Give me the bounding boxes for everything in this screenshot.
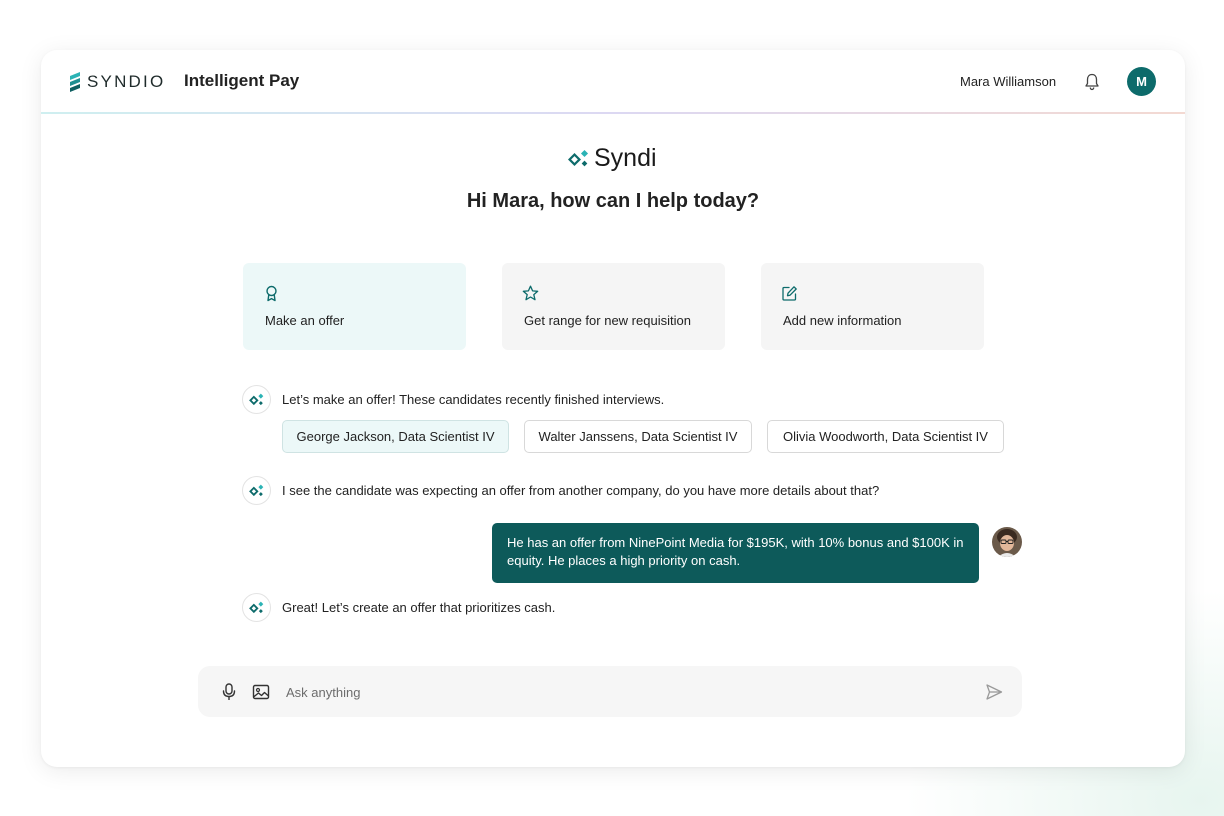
syndi-sparkle-icon — [568, 149, 589, 166]
assistant-avatar — [242, 476, 271, 505]
product-title: Intelligent Pay — [184, 71, 300, 90]
assistant-avatar — [242, 593, 271, 622]
quick-action-label: Add new information — [783, 313, 902, 328]
chat-composer — [198, 666, 1022, 717]
edit-icon — [782, 286, 797, 301]
assistant-message: Let’s make an offer! These candidates re… — [242, 385, 664, 414]
assistant-name: Syndi — [594, 144, 657, 172]
greeting-heading: Hi Mara, how can I help today? — [466, 190, 760, 212]
top-bar: SYNDIO Intelligent Pay Mara Williamson M — [41, 50, 1185, 114]
send-icon[interactable] — [984, 682, 1004, 702]
assistant-avatar — [242, 385, 271, 414]
star-icon — [522, 285, 539, 301]
candidate-chip[interactable]: Walter Janssens, Data Scientist IV — [524, 420, 752, 453]
candidate-chip[interactable]: Olivia Woodworth, Data Scientist IV — [767, 420, 1004, 453]
syndi-sparkle-icon — [248, 601, 263, 613]
syndi-sparkle-icon — [248, 484, 263, 496]
quick-action-label: Get range for new requisition — [524, 313, 691, 328]
assistant-message-text: Great! Let’s create an offer that priori… — [282, 600, 556, 615]
user-avatar[interactable]: M — [1127, 67, 1156, 96]
brand-name: SYNDIO — [87, 72, 166, 91]
app-window: SYNDIO Intelligent Pay Mara Williamson M… — [41, 50, 1185, 767]
quick-action-make-offer[interactable]: Make an offer — [243, 263, 466, 350]
syndio-logo-icon — [70, 72, 80, 92]
quick-action-get-range[interactable]: Get range for new requisition — [502, 263, 725, 350]
syndi-logo: Syndi — [568, 144, 657, 173]
quick-action-add-info[interactable]: Add new information — [761, 263, 984, 350]
candidate-chip[interactable]: George Jackson, Data Scientist IV — [282, 420, 509, 453]
notifications-bell-icon[interactable] — [1083, 72, 1101, 92]
award-icon — [266, 285, 277, 302]
assistant-message-text: I see the candidate was expecting an off… — [282, 483, 880, 498]
user-photo-image — [992, 527, 1022, 557]
user-name[interactable]: Mara Williamson — [960, 74, 1056, 89]
quick-action-label: Make an offer — [265, 313, 345, 328]
assistant-message: Great! Let’s create an offer that priori… — [242, 593, 555, 622]
chat-input[interactable] — [286, 679, 946, 705]
microphone-icon[interactable] — [219, 682, 239, 702]
header-divider — [41, 112, 1185, 114]
assistant-message-text: Let’s make an offer! These candidates re… — [282, 392, 665, 407]
assistant-message: I see the candidate was expecting an off… — [242, 476, 879, 505]
user-photo — [992, 527, 1022, 557]
image-upload-icon[interactable] — [251, 682, 271, 702]
user-message: He has an offer from NinePoint Media for… — [492, 523, 979, 583]
syndio-logo[interactable]: SYNDIO — [69, 72, 165, 92]
syndi-sparkle-icon — [248, 393, 263, 405]
